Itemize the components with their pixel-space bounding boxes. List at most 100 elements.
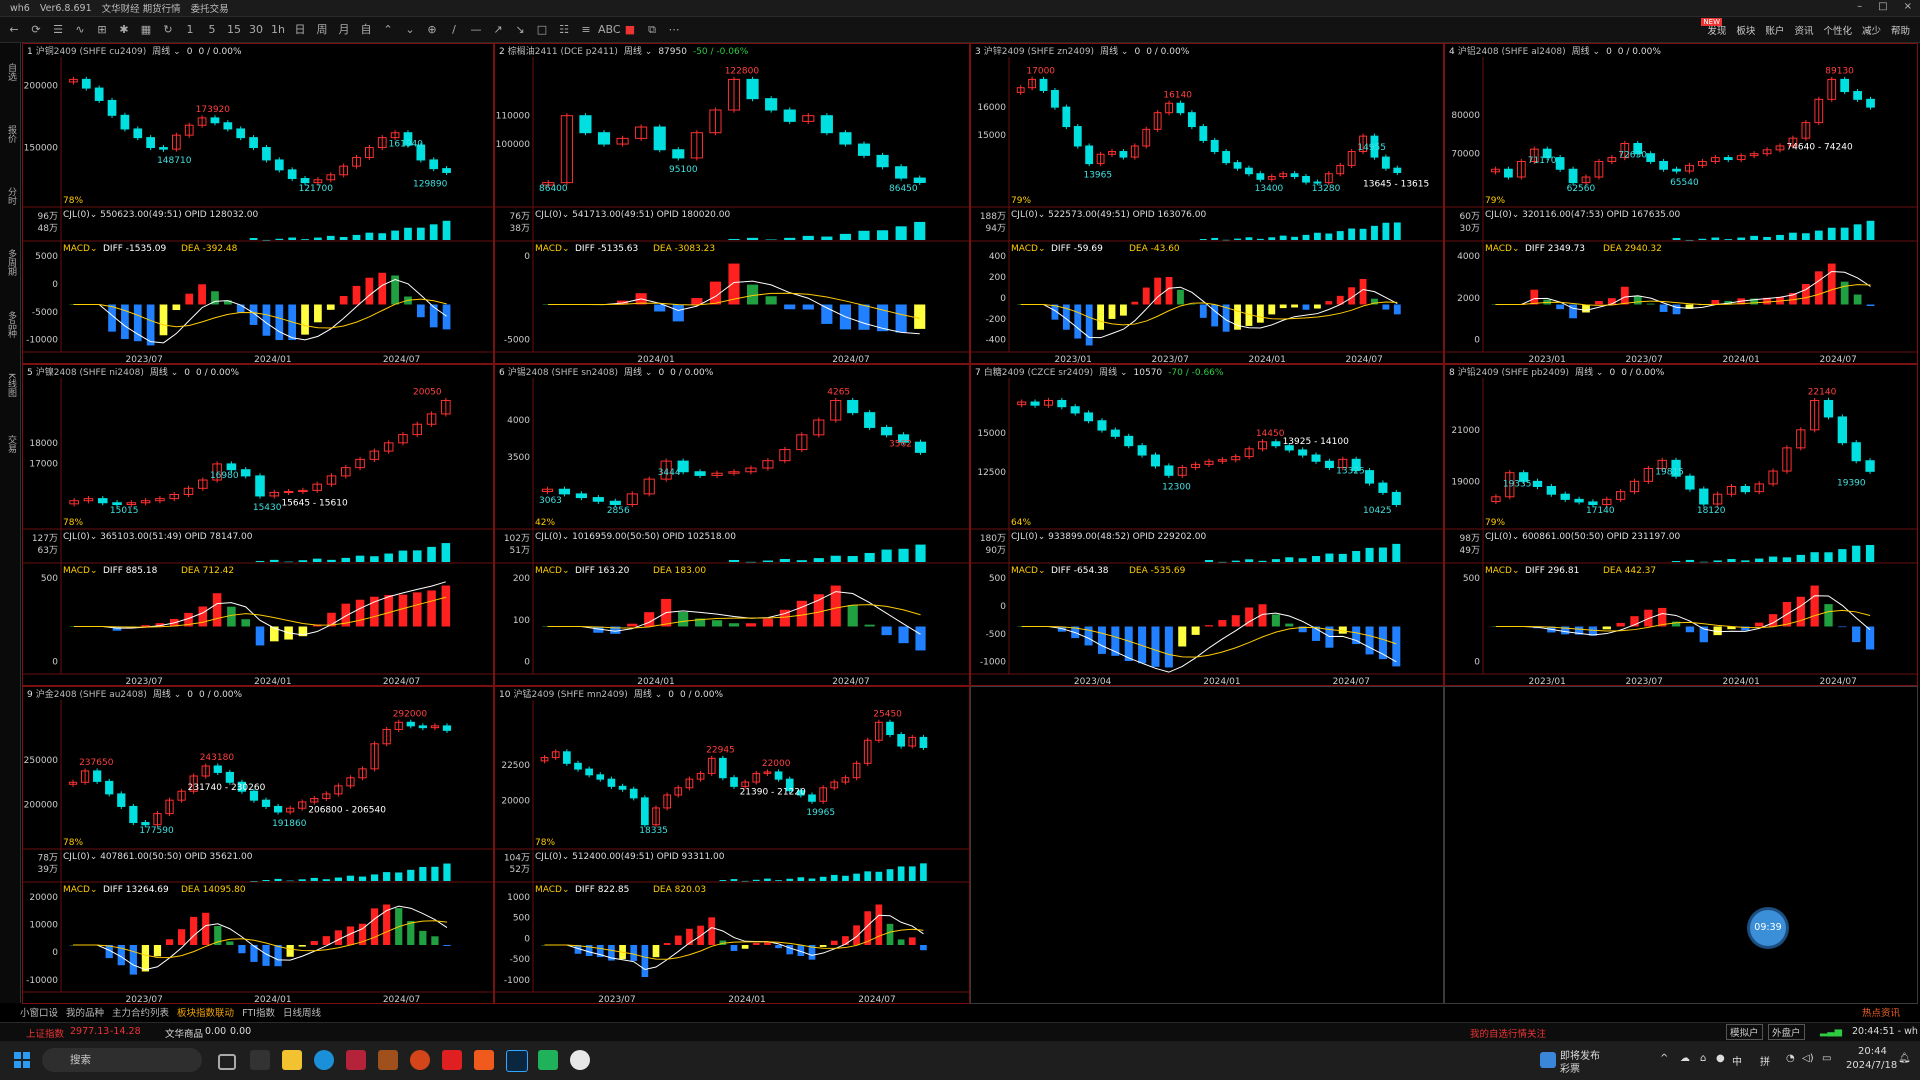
period-selector[interactable]: 周线 ⌄ (150, 368, 178, 378)
period-selector[interactable]: 周线 ⌄ (624, 47, 652, 57)
app-icon-5[interactable] (474, 1050, 494, 1070)
instrument-name[interactable]: 沪铅2409 (SHFE pb2409) (1458, 368, 1569, 378)
period-selector[interactable]: 周线 ⌄ (1572, 47, 1600, 57)
red-square-icon[interactable]: ■ (620, 20, 640, 40)
custom-period-icon[interactable]: 自 (356, 20, 376, 40)
instrument-name[interactable]: 沪铜2409 (SHFE cu2409) (36, 47, 147, 57)
toolbar-menu-6[interactable]: 帮助 (1891, 23, 1910, 37)
bottom-tab-0[interactable]: 小窗口设 (20, 1005, 58, 1021)
photoshop-icon[interactable] (506, 1050, 528, 1072)
close-icon[interactable]: × (1904, 1, 1912, 12)
draw-hline-icon[interactable]: — (466, 20, 486, 40)
up-icon[interactable]: ⌃ (378, 20, 398, 40)
fib-icon[interactable]: ≡ (576, 20, 596, 40)
toolbar-menu-4[interactable]: 个性化 (1823, 23, 1852, 37)
period-month-icon[interactable]: 月 (334, 20, 354, 40)
task-view-icon[interactable] (218, 1054, 236, 1070)
draw-rect-icon[interactable]: □ (532, 20, 552, 40)
bottom-tab-3[interactable]: 板块指数联动 (177, 1005, 234, 1021)
period-1m-icon[interactable]: 1 (180, 20, 200, 40)
volume-icon[interactable]: ◁) (1802, 1053, 1814, 1064)
sidebar-item-0[interactable]: 自选 (2, 63, 18, 81)
chart-panel-3[interactable]: 3 沪锌2409 (SHFE zn2409) 周线 ⌄ 0 0 / 0.00% 16000… (970, 43, 1444, 364)
draw-arrow-icon[interactable]: ↘ (510, 20, 530, 40)
chart-panel-6[interactable]: 6 沪锡2408 (SHFE sn2408) 周线 ⌄ 0 0 / 0.00% 4000 3… (494, 364, 970, 686)
file-explorer-icon[interactable] (282, 1050, 302, 1070)
instrument-name[interactable]: 沪铝2408 (SHFE al2408) (1458, 47, 1566, 57)
toolbar-menu-3[interactable]: 资讯 (1794, 23, 1813, 37)
instrument-name[interactable]: 白糖2409 (CZCE sr2409) (984, 368, 1093, 378)
timer-bubble[interactable]: 09:39 (1750, 910, 1786, 946)
sidebar-item-5[interactable]: K线图 (2, 373, 18, 397)
sync-icon[interactable]: ↻ (158, 20, 178, 40)
minimize-icon[interactable]: – (1857, 1, 1862, 12)
bottom-tab-2[interactable]: 主力合约列表 (112, 1005, 169, 1021)
mic-icon[interactable]: ● (1716, 1053, 1725, 1064)
chart-panel-4[interactable]: 4 沪铝2408 (SHFE al2408) 周线 ⌄ 0 0 / 0.00% 80000… (1444, 43, 1918, 364)
period-30m-icon[interactable]: 30 (246, 20, 266, 40)
toolbar-menu-2[interactable]: 账户 (1765, 23, 1784, 37)
hot-news-link[interactable]: 热点资讯 (1862, 1005, 1900, 1019)
sidebar-item-3[interactable]: 多周期 (2, 249, 18, 276)
chart-panel-8[interactable]: 8 沪铅2409 (SHFE pb2409) 周线 ⌄ 0 0 / 0.00% 21000… (1444, 364, 1918, 686)
chart-panel-2[interactable]: 2 棕榈油2411 (DCE p2411) 周线 ⌄ 87950 -50 / -0.06… (494, 43, 970, 364)
chart-panel-9[interactable]: 9 沪金2408 (SHFE au2408) 周线 ⌄ 0 0 / 0.00% 25000… (22, 686, 494, 1004)
instrument-name[interactable]: 沪锰2409 (SHFE mn2409) (513, 690, 627, 700)
bottom-tab-4[interactable]: FTI指数 (242, 1005, 275, 1021)
period-selector[interactable]: 周线 ⌄ (1099, 368, 1127, 378)
instrument-name[interactable]: 沪镍2408 (SHFE ni2408) (36, 368, 144, 378)
period-selector[interactable]: 周线 ⌄ (1100, 47, 1128, 57)
weather-icon[interactable] (1540, 1052, 1556, 1068)
toolbar-menu-1[interactable]: 板块 (1736, 23, 1755, 37)
period-5m-icon[interactable]: 5 (202, 20, 222, 40)
ime-pinyin[interactable]: 拼 (1760, 1053, 1770, 1068)
battery-icon[interactable]: ▭ (1822, 1053, 1831, 1064)
period-1h-icon[interactable]: 1h (268, 20, 288, 40)
indicator-icon[interactable]: ✱ (114, 20, 134, 40)
draw-line-icon[interactable]: / (444, 20, 464, 40)
edge-icon[interactable] (314, 1050, 334, 1070)
sidebar-item-2[interactable]: 分时 (2, 187, 18, 205)
period-day-icon[interactable]: 日 (290, 20, 310, 40)
period-selector[interactable]: 周线 ⌄ (634, 690, 662, 700)
ime-zh[interactable]: 中 (1732, 1053, 1742, 1068)
period-15m-icon[interactable]: 15 (224, 20, 244, 40)
period-selector[interactable]: 周线 ⌄ (624, 368, 652, 378)
maximize-icon[interactable]: □ (1878, 1, 1887, 12)
app-icon-3[interactable] (410, 1050, 430, 1070)
down-icon[interactable]: ⌄ (400, 20, 420, 40)
list-icon[interactable]: ☰ (48, 20, 68, 40)
tray-chevron-icon[interactable]: ^ (1660, 1053, 1668, 1064)
cursor-icon[interactable]: ⊕ (422, 20, 442, 40)
app-icon-2[interactable] (378, 1050, 398, 1070)
sidebar-item-6[interactable]: 交易 (2, 435, 18, 453)
layout-icon[interactable]: ▦ (136, 20, 156, 40)
cloud-icon[interactable]: ☁ (1680, 1053, 1690, 1064)
bottom-tab-5[interactable]: 日线周线 (283, 1005, 321, 1021)
toolbar-menu-5[interactable]: 减少 (1862, 23, 1881, 37)
taskbar-search[interactable]: 搜索 (42, 1048, 202, 1072)
draw-text-icon[interactable]: ☷ (554, 20, 574, 40)
period-selector[interactable]: 周线 ⌄ (153, 690, 181, 700)
chart-panel-7[interactable]: 7 白糖2409 (CZCE sr2409) 周线 ⌄ 10570 -70 / -0.6… (970, 364, 1444, 686)
candle-icon[interactable]: ⊞ (92, 20, 112, 40)
line-chart-icon[interactable]: ∿ (70, 20, 90, 40)
period-week-icon[interactable]: 周 (312, 20, 332, 40)
wifi-icon[interactable]: ◔ (1786, 1053, 1795, 1064)
chart-panel-10[interactable]: 10 沪锰2409 (SHFE mn2409) 周线 ⌄ 0 0 / 0.00% 2250… (494, 686, 970, 1004)
app-icon-4[interactable] (442, 1050, 462, 1070)
refresh-icon[interactable]: ⟳ (26, 20, 46, 40)
instrument-name[interactable]: 沪锡2408 (SHFE sn2408) (508, 368, 618, 378)
app-icon-1[interactable] (250, 1050, 270, 1070)
period-selector[interactable]: 周线 ⌄ (152, 47, 180, 57)
period-selector[interactable]: 周线 ⌄ (1575, 368, 1603, 378)
account-sim[interactable]: 模拟户 (1726, 1024, 1763, 1040)
text-tool-icon[interactable]: ABC (598, 20, 621, 40)
instrument-name[interactable]: 沪金2408 (SHFE au2408) (36, 690, 147, 700)
back-icon[interactable]: ← (4, 20, 24, 40)
app-icon-6[interactable] (538, 1050, 558, 1070)
chart-panel-1[interactable]: 1 沪铜2409 (SHFE cu2409) 周线 ⌄ 0 0 / 0.00% 20000… (22, 43, 494, 364)
draw-ray-icon[interactable]: ↗ (488, 20, 508, 40)
sidebar-item-4[interactable]: 多品种 (2, 311, 18, 338)
windows-start-icon[interactable] (14, 1052, 30, 1068)
